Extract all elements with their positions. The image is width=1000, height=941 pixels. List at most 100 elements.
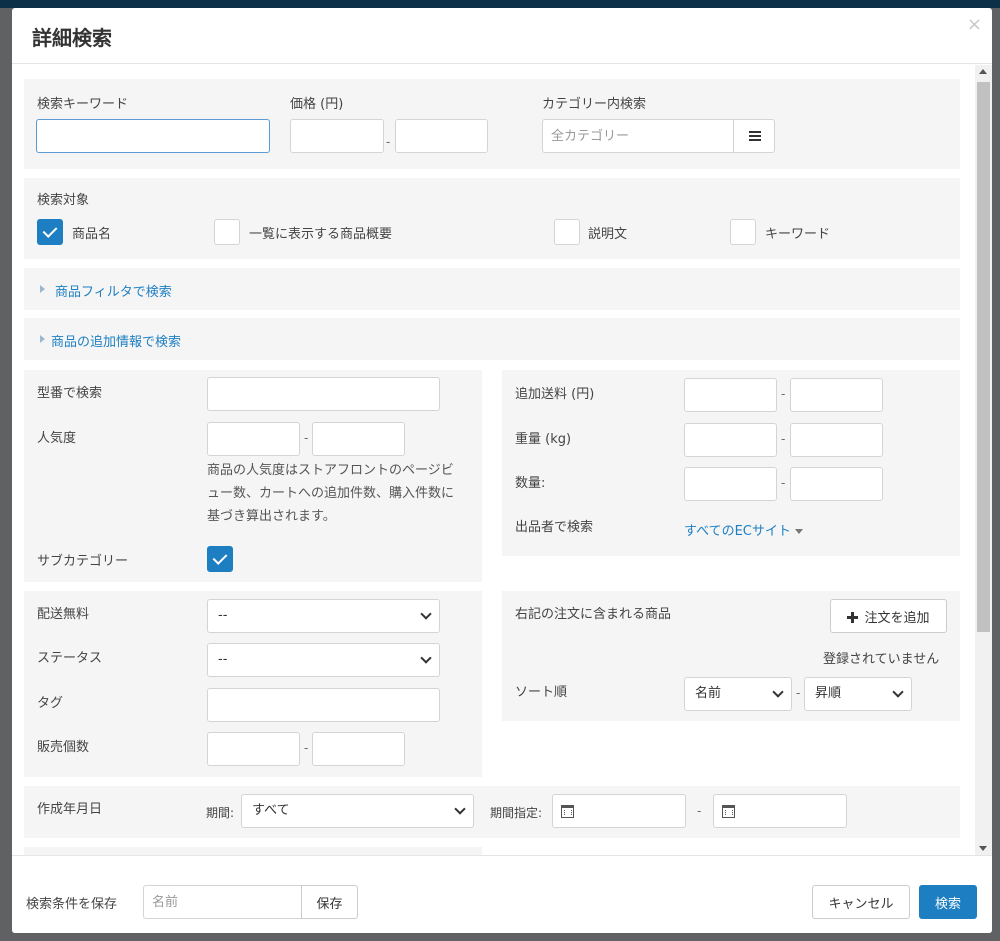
sales-separator: - <box>304 741 309 755</box>
save-condition-label: 検索条件を保存 <box>26 897 118 912</box>
caret-right-icon <box>40 285 45 293</box>
popularity-label: 人気度 <box>37 431 77 446</box>
keyword-label: 検索キーワード <box>37 97 129 112</box>
background-topbar <box>0 0 1000 8</box>
tag-input[interactable] <box>207 688 440 722</box>
shipping-label: 追加送料 (円) <box>515 387 595 402</box>
popularity-max-input[interactable] <box>312 422 405 456</box>
next-panel-partial <box>24 847 482 855</box>
keyword-input[interactable] <box>36 119 270 153</box>
sort-label: ソート順 <box>515 685 568 700</box>
sales-max-input[interactable] <box>312 732 405 766</box>
left-status-panel: 配送無料 -- ステータス -- タグ 販売個数 - <box>24 591 482 777</box>
order-label: 右記の注文に含まれる商品 <box>515 607 672 622</box>
seller-label: 出品者で検索 <box>515 520 594 535</box>
checkbox-summary[interactable] <box>214 219 240 245</box>
free-shipping-select[interactable]: -- <box>207 599 440 633</box>
period-label: 期間: <box>206 806 235 820</box>
modal-scrollbar[interactable] <box>975 65 992 855</box>
chevron-down-icon <box>454 803 466 815</box>
checkbox-summary-label[interactable]: 一覧に表示する商品概要 <box>249 223 392 242</box>
status-select[interactable]: -- <box>207 643 440 677</box>
caret-right-icon <box>40 335 45 343</box>
checkbox-keyword-label[interactable]: キーワード <box>765 223 830 242</box>
weight-label: 重量 (kg) <box>515 432 572 447</box>
status-label: ステータス <box>37 651 103 666</box>
weight-min-input[interactable] <box>684 423 777 457</box>
scroll-up-icon[interactable] <box>979 69 987 74</box>
sales-min-input[interactable] <box>207 732 300 766</box>
seller-dropdown[interactable]: すべてのECサイト <box>684 520 803 539</box>
bars-icon <box>749 131 761 141</box>
close-icon[interactable]: × <box>967 14 982 35</box>
not-registered-text: 登録されていません <box>823 652 940 667</box>
plus-icon <box>847 611 859 623</box>
search-button[interactable]: 検索 <box>919 885 977 919</box>
cancel-button[interactable]: キャンセル <box>812 885 910 919</box>
basic-search-panel: 検索キーワード 価格 (円) - カテゴリー内検索 <box>24 79 960 169</box>
shipping-min-input[interactable] <box>684 378 777 412</box>
modal-title: 詳細検索 <box>32 26 112 50</box>
search-target-panel: 検索対象 商品名 一覧に表示する商品概要 説明文 キーワード <box>24 178 960 259</box>
price-label: 価格 (円) <box>290 97 344 112</box>
calendar-icon <box>722 805 735 818</box>
modal-footer: 検索条件を保存 保存 キャンセル 検索 <box>12 855 992 933</box>
filter-search-toggle-panel: 商品フィルタで検索 <box>24 268 960 310</box>
checkbox-description[interactable] <box>554 219 580 245</box>
popularity-min-input[interactable] <box>207 422 300 456</box>
created-date-panel: 作成年月日 期間: すべて 期間指定: - <box>24 786 960 838</box>
checkbox-product-name-label[interactable]: 商品名 <box>72 223 111 242</box>
chevron-down-icon <box>420 608 432 620</box>
price-max-input[interactable] <box>395 119 488 153</box>
date-to-input[interactable] <box>713 794 847 828</box>
scroll-thumb[interactable] <box>977 82 990 632</box>
shipping-max-input[interactable] <box>790 378 883 412</box>
save-name-input[interactable] <box>143 885 303 919</box>
checkbox-product-name[interactable] <box>37 219 63 245</box>
category-label: カテゴリー内検索 <box>542 97 647 112</box>
quantity-max-input[interactable] <box>790 467 883 501</box>
chevron-down-icon <box>420 652 432 664</box>
price-min-input[interactable] <box>290 119 384 153</box>
sort-separator: - <box>796 686 801 700</box>
caret-down-icon <box>794 529 803 534</box>
model-label: 型番で検索 <box>37 386 103 401</box>
quantity-min-input[interactable] <box>684 467 777 501</box>
additional-info-toggle-panel: 商品の追加情報で検索 <box>24 318 960 360</box>
scroll-down-icon[interactable] <box>979 846 987 851</box>
checkbox-keyword[interactable] <box>730 219 756 245</box>
sort-direction-select[interactable]: 昇順 <box>804 677 912 711</box>
filter-search-toggle[interactable]: 商品フィルタで検索 <box>55 281 172 300</box>
created-date-label: 作成年月日 <box>37 802 103 817</box>
range-label: 期間指定: <box>490 806 543 820</box>
right-order-panel: 右記の注文に含まれる商品 注文を追加 登録されていません ソート順 名前 - 昇… <box>502 591 960 721</box>
popularity-help-text: 商品の人気度はストアフロントのページビ ュー数、カートへの追加件数、購入件数に … <box>207 463 455 524</box>
quantity-label: 数量: <box>515 476 546 491</box>
tag-label: タグ <box>37 696 64 711</box>
category-input[interactable] <box>542 119 734 153</box>
sort-field-select[interactable]: 名前 <box>684 677 792 711</box>
model-input[interactable] <box>207 377 440 411</box>
category-menu-button[interactable] <box>733 119 775 153</box>
add-order-button[interactable]: 注文を追加 <box>830 599 947 633</box>
shipping-separator: - <box>781 387 786 401</box>
calendar-icon <box>561 805 574 818</box>
chevron-down-icon <box>772 686 784 698</box>
modal-header: 詳細検索 × <box>12 8 992 64</box>
chevron-down-icon <box>892 686 904 698</box>
popularity-separator: - <box>304 431 309 445</box>
date-separator: - <box>697 804 702 818</box>
additional-info-toggle[interactable]: 商品の追加情報で検索 <box>51 331 181 350</box>
checkbox-description-label[interactable]: 説明文 <box>588 223 627 242</box>
weight-max-input[interactable] <box>790 423 883 457</box>
free-shipping-label: 配送無料 <box>37 607 90 622</box>
date-from-input[interactable] <box>552 794 686 828</box>
price-separator: - <box>386 135 391 149</box>
subcategory-label: サブカテゴリー <box>37 554 129 569</box>
left-attributes-panel: 型番で検索 人気度 - 商品の人気度はストアフロントのページビ ュー数、カートへ… <box>24 370 482 582</box>
modal-body: 検索キーワード 価格 (円) - カテゴリー内検索 検索対象 商品名 一覧に表示… <box>12 65 992 855</box>
right-attributes-panel: 追加送料 (円) - 重量 (kg) - 数量: - 出品者で検索 すべてのEC… <box>502 370 960 556</box>
period-select[interactable]: すべて <box>241 794 474 828</box>
save-button[interactable]: 保存 <box>301 885 358 919</box>
subcategory-checkbox[interactable] <box>207 546 233 572</box>
